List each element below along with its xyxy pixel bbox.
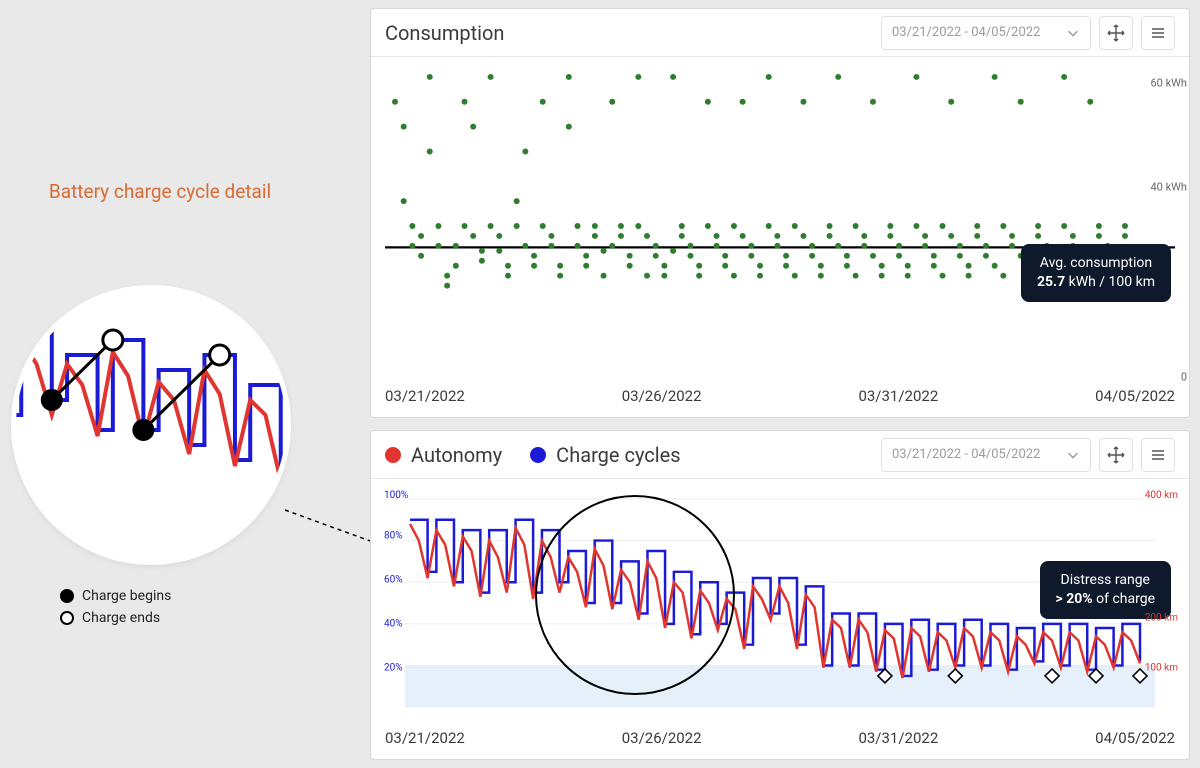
xtick: 03/21/2022 — [385, 729, 465, 753]
legend-charge-begins: Charge begins — [82, 588, 171, 604]
legend-dot-blue-icon — [530, 447, 546, 463]
detail-legend: Charge begins Charge ends — [60, 585, 171, 629]
distress-suffix: of charge — [1093, 591, 1155, 607]
menu-button[interactable] — [1141, 16, 1175, 50]
consumption-y-ticks: 60 kWh 40 kWh 0 — [1137, 67, 1187, 383]
bot-yl-60: 60% — [384, 575, 403, 586]
bot-yr-100: 100 km — [1145, 663, 1178, 674]
detail-zoom-circle — [16, 290, 286, 560]
consumption-date-range-value: 03/21/2022 - 04/05/2022 — [892, 25, 1040, 40]
autonomy-tools: 03/21/2022 - 04/05/2022 — [881, 438, 1175, 472]
consumption-date-range-select[interactable]: 03/21/2022 - 04/05/2022 — [881, 16, 1091, 50]
marker-open-icon — [60, 611, 74, 625]
detail-zoom-plot — [16, 290, 286, 560]
autonomy-legend: Autonomy Charge cycles — [385, 443, 681, 467]
hamburger-icon — [1149, 24, 1167, 42]
autonomy-panel: Autonomy Charge cycles 03/21/2022 - 04/0… — [370, 430, 1190, 760]
xtick: 03/26/2022 — [622, 729, 702, 753]
menu-button[interactable] — [1141, 438, 1175, 472]
move-icon — [1107, 446, 1125, 464]
avg-consumption-badge: Avg. consumption 25.7 kWh / 100 km — [1021, 244, 1171, 302]
ytick-40: 40 kWh — [1151, 181, 1188, 194]
consumption-panel: Consumption 03/21/2022 - 04/05/2022 60 k… — [370, 8, 1190, 418]
pan-button[interactable] — [1099, 438, 1133, 472]
consumption-tools: 03/21/2022 - 04/05/2022 — [881, 16, 1175, 50]
distress-pct: > 20% — [1056, 591, 1093, 607]
xtick: 04/05/2022 — [1095, 387, 1175, 411]
consumption-plot — [385, 67, 1175, 385]
pan-button[interactable] — [1099, 16, 1133, 50]
consumption-x-axis: 03/21/2022 03/26/2022 03/31/2022 04/05/2… — [385, 387, 1175, 411]
bot-yr-200: 200 km — [1145, 613, 1178, 624]
ytick-60: 60 kWh — [1151, 76, 1188, 89]
bot-yl-40: 40% — [384, 619, 403, 630]
legend-charge-cycles: Charge cycles — [556, 443, 680, 467]
detail-title: Battery charge cycle detail — [40, 180, 280, 203]
chevron-down-icon — [1066, 26, 1080, 40]
xtick: 03/21/2022 — [385, 387, 465, 411]
bot-yl-top: 100% — [384, 490, 408, 501]
consumption-title: Consumption — [385, 21, 504, 45]
legend-charge-ends: Charge ends — [82, 610, 160, 626]
hamburger-icon — [1149, 446, 1167, 464]
badge-unit: kWh / 100 km — [1069, 274, 1155, 290]
consumption-plot-area[interactable] — [385, 67, 1175, 385]
badge-value: 25.7 — [1037, 274, 1065, 290]
distress-badge: Distress range > 20% of charge — [1040, 561, 1171, 619]
legend-autonomy: Autonomy — [411, 443, 502, 467]
autonomy-header: Autonomy Charge cycles 03/21/2022 - 04/0… — [371, 431, 1189, 479]
marker-filled-icon — [60, 589, 74, 603]
distress-line1: Distress range — [1056, 571, 1155, 590]
bot-yl-20: 20% — [384, 663, 403, 674]
ytick-0: 0 — [1181, 370, 1187, 383]
chevron-down-icon — [1066, 448, 1080, 462]
dashboard-canvas: { "detail": { "title": "Battery charge c… — [0, 0, 1200, 768]
xtick: 04/05/2022 — [1095, 729, 1175, 753]
consumption-header: Consumption 03/21/2022 - 04/05/2022 — [371, 9, 1189, 57]
autonomy-x-axis: 03/21/2022 03/26/2022 03/31/2022 04/05/2… — [385, 729, 1175, 753]
autonomy-date-range-select[interactable]: 03/21/2022 - 04/05/2022 — [881, 438, 1091, 472]
legend-dot-red-icon — [385, 447, 401, 463]
autonomy-date-range-value: 03/21/2022 - 04/05/2022 — [892, 447, 1040, 462]
xtick: 03/31/2022 — [858, 729, 938, 753]
bot-yl-80: 80% — [384, 531, 403, 542]
move-icon — [1107, 24, 1125, 42]
badge-label: Avg. consumption — [1037, 254, 1155, 273]
bot-yr-top: 400 km — [1145, 490, 1178, 501]
xtick: 03/31/2022 — [858, 387, 938, 411]
xtick: 03/26/2022 — [622, 387, 702, 411]
